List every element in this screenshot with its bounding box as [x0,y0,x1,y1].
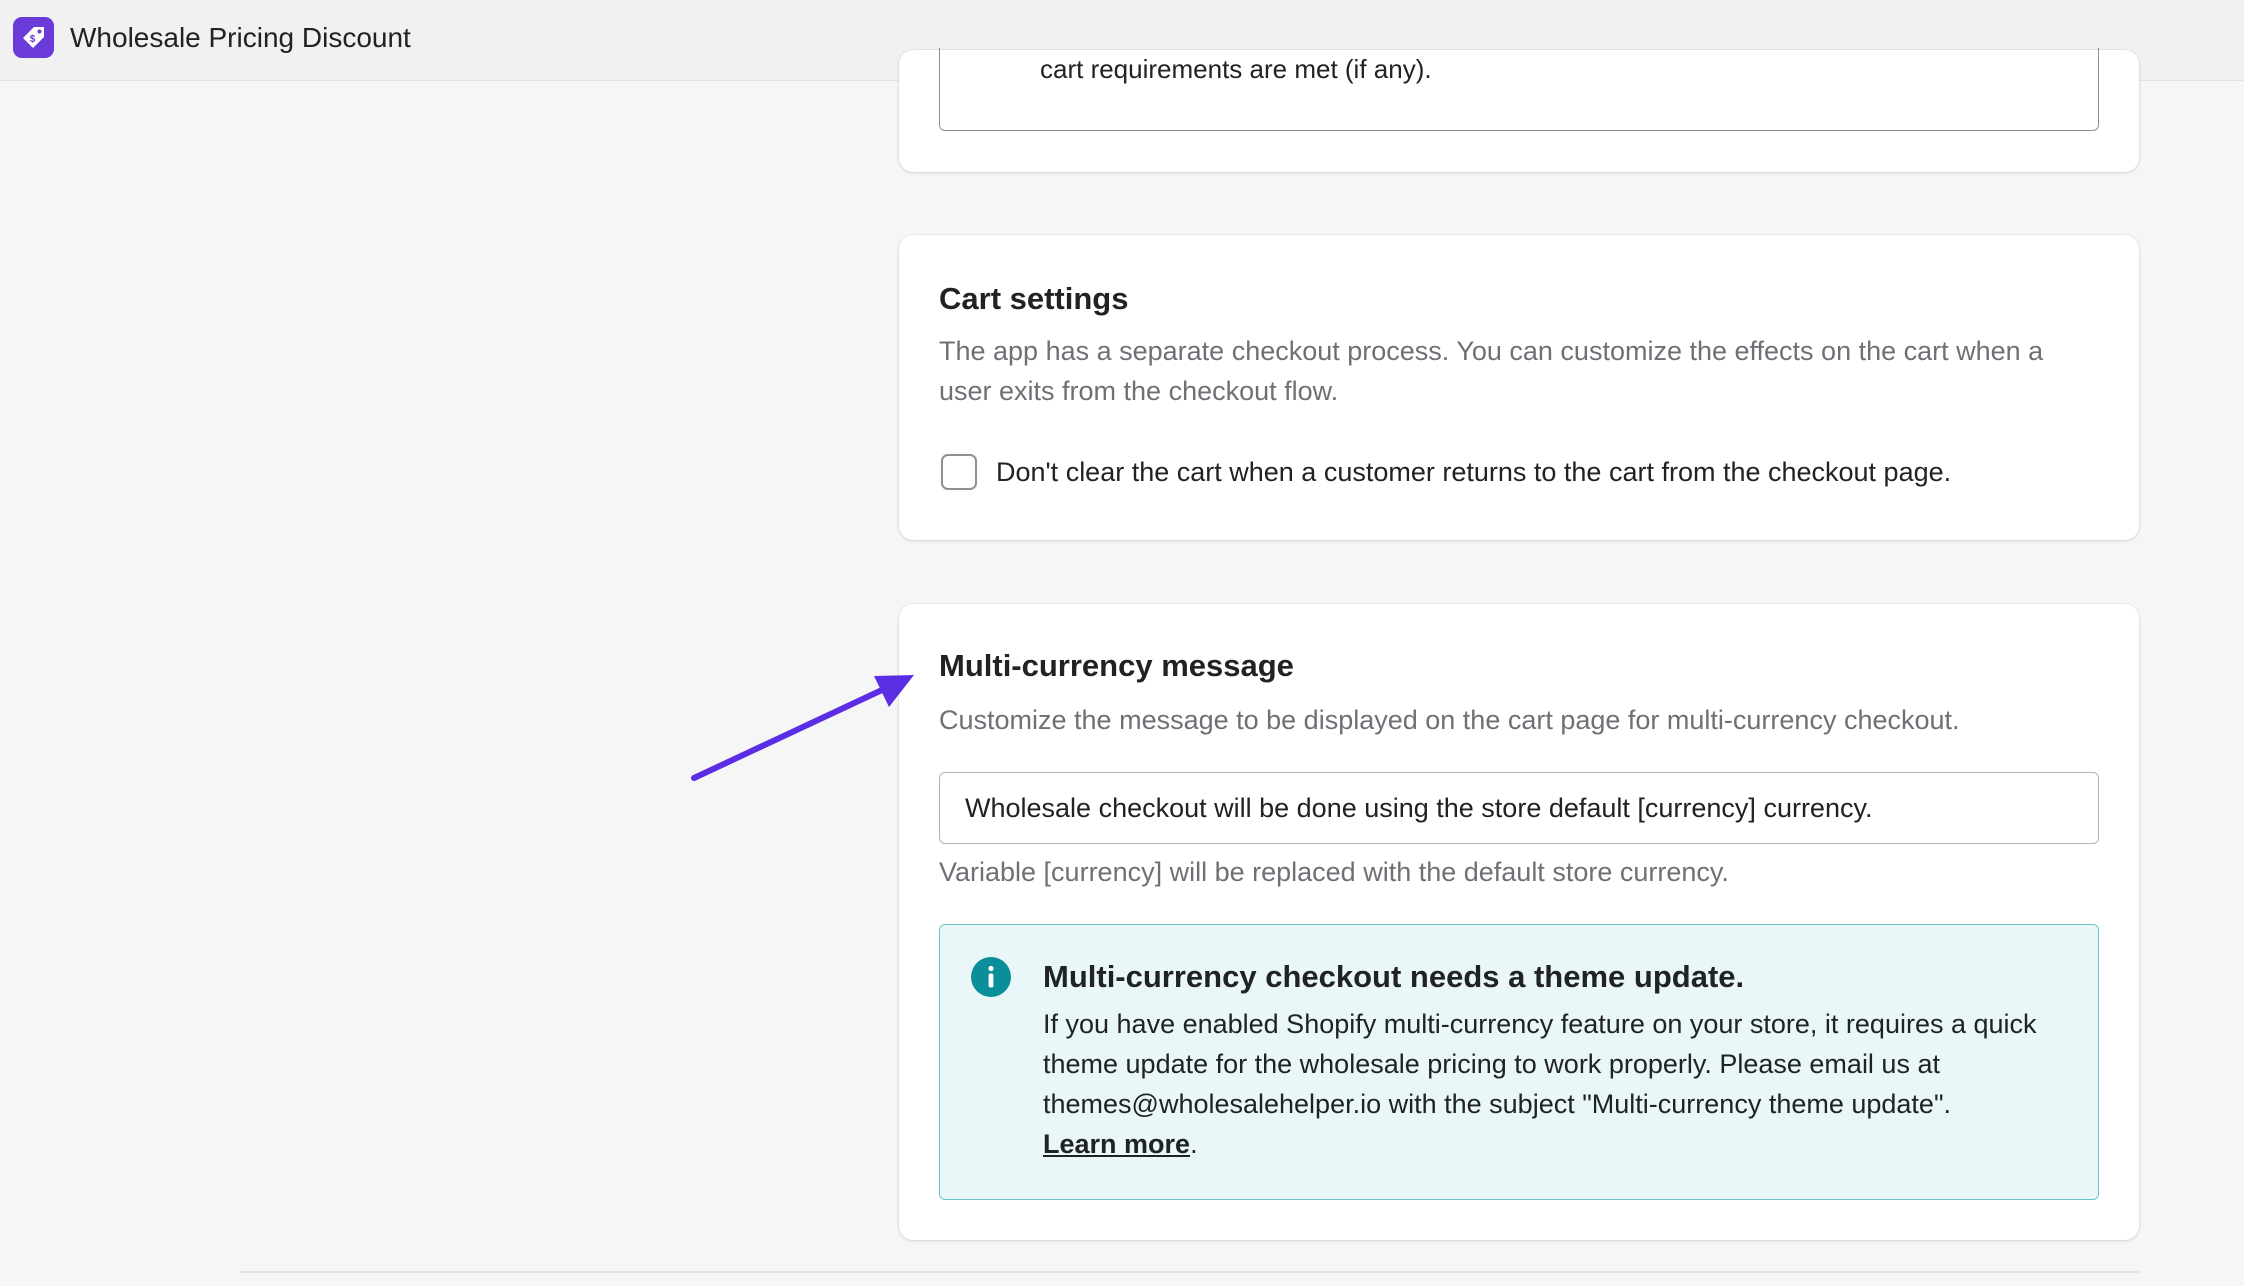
price-tag-icon[interactable]: $ [13,17,54,58]
theme-update-banner: Multi-currency checkout needs a theme up… [939,924,2099,1200]
info-icon [971,957,1011,997]
multi-currency-card: Multi-currency message Customize the mes… [899,604,2139,1240]
multi-currency-message-input[interactable] [939,772,2099,844]
banner-trailing: . [1190,1129,1198,1159]
arrow-icon [691,675,914,781]
multi-currency-title: Multi-currency message [939,648,1294,683]
previous-settings-card: cart requirements are met (if any). [899,48,2139,172]
banner-body: If you have enabled Shopify multi-curren… [1043,1004,2083,1164]
app-title: Wholesale Pricing Discount [70,22,411,53]
dont-clear-cart-checkbox[interactable] [941,454,977,490]
multi-currency-help-text: Variable [currency] will be replaced wit… [939,857,1729,887]
learn-more-link[interactable]: Learn more [1043,1129,1190,1159]
dont-clear-cart-label[interactable]: Don't clear the cart when a customer ret… [996,453,1951,491]
banner-title: Multi-currency checkout needs a theme up… [1043,959,1745,994]
multi-currency-description: Customize the message to be displayed on… [939,705,1960,735]
banner-body-text: If you have enabled Shopify multi-curren… [1043,1009,2037,1119]
cart-settings-description: The app has a separate checkout process.… [939,336,2044,406]
cart-settings-card: Cart settings The app has a separate che… [899,235,2139,540]
bottom-divider [240,1271,2139,1273]
previous-field-text: cart requirements are met (if any). [1040,54,1432,84]
svg-text:$: $ [30,34,36,45]
previous-text-field[interactable]: cart requirements are met (if any). [939,48,2099,131]
cart-settings-title: Cart settings [939,281,1129,316]
